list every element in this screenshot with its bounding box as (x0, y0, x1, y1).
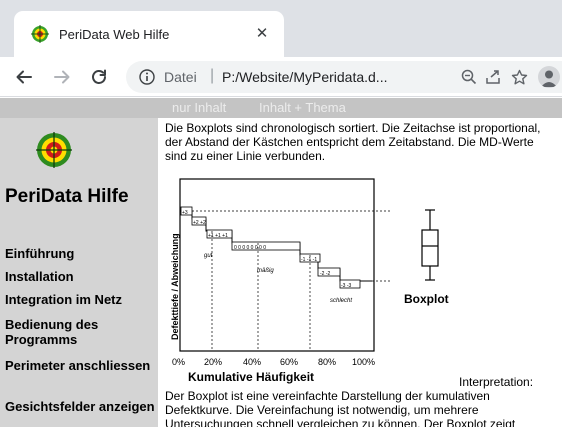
boxplot-glyph: Boxplot (404, 209, 449, 306)
interpretation-label: Interpretation: (459, 375, 534, 389)
step-label: +3 (182, 210, 188, 216)
info-icon[interactable] (139, 69, 155, 85)
sidebar-item-gesichtsfelder[interactable]: Gesichtsfelder anzeigen (5, 399, 155, 414)
close-icon[interactable]: ✕ (252, 24, 272, 44)
sidebar-item-perimeter[interactable]: Perimeter anschliessen (5, 358, 155, 373)
xtick-label: 60% (280, 357, 298, 367)
intro-paragraph: Die Boxplots sind chronologisch sortiert… (165, 121, 541, 163)
step-label: +2 +2 (193, 220, 206, 226)
annotation-maessig: mäßig (257, 268, 274, 274)
xtick-label: 100% (352, 357, 375, 367)
url-separator: | (210, 67, 215, 84)
url-text[interactable]: P:/Website/MyPeridata.d... (222, 69, 387, 85)
tab-title: PeriData Web Hilfe (59, 26, 170, 42)
share-icon[interactable] (482, 66, 504, 88)
browser-toolbar: Datei | P:/Website/MyPeridata.d... (0, 57, 562, 97)
peridata-favicon (31, 25, 49, 43)
sidebar-item-bedienung[interactable]: Bedienung des Programms (5, 317, 155, 347)
forward-arrow-icon[interactable] (48, 63, 76, 91)
boxplot-figure: +3 +2 +2 +1 +1 +1 0 0 0 0 0 0 0 0 -1 -1 … (172, 178, 390, 384)
step-label: +1 +1 +1 (208, 233, 228, 239)
xtick-label: 80% (318, 357, 336, 367)
help-topbar: nur Inhalt Inhalt + Thema (0, 98, 562, 118)
star-icon[interactable] (508, 66, 530, 88)
sidebar-item-integration[interactable]: Integration im Netz (5, 292, 155, 307)
body-paragraph: Der Boxplot ist eine vereinfachte Darste… (165, 389, 516, 427)
site-title: PeriData Hilfe (5, 186, 129, 207)
annotation-schlecht: schlecht (330, 298, 352, 304)
step-label: -1 -1 -1 (301, 257, 317, 263)
link-content-only[interactable]: nur Inhalt (172, 100, 226, 115)
sidebar-item-einfuehrung[interactable]: Einführung (5, 246, 155, 261)
xtick-label: 20% (204, 357, 222, 367)
figure-ylabel: Defekttiefe / Abweichung (170, 233, 180, 340)
tab-strip: PeriData Web Hilfe ✕ (0, 0, 562, 57)
xtick-label: 40% (243, 357, 261, 367)
peridata-target-logo (36, 132, 72, 168)
link-content-topic[interactable]: Inhalt + Thema (259, 100, 346, 115)
sidebar-item-installation[interactable]: Installation (5, 269, 155, 284)
figure-frame (179, 178, 375, 352)
back-arrow-icon[interactable] (10, 63, 38, 91)
boxplot-label: Boxplot (404, 292, 449, 306)
browser-tab[interactable]: PeriData Web Hilfe ✕ (14, 11, 284, 57)
reload-icon[interactable] (85, 63, 113, 91)
step-label: 0 0 0 0 0 0 0 0 (234, 245, 266, 251)
figure-xlabel: Kumulative Häufigkeit (188, 370, 314, 384)
step-label: -3 -3 (341, 283, 352, 289)
address-bar[interactable]: Datei | P:/Website/MyPeridata.d... (126, 61, 562, 93)
figure-ylabel-wrap: Defekttiefe / Abweichung (170, 233, 180, 340)
zoom-icon[interactable] (458, 66, 480, 88)
profile-avatar-icon[interactable] (538, 66, 560, 88)
step-label: -2 -2 (320, 271, 331, 277)
url-scheme: Datei (164, 69, 197, 85)
annotation-gut: gut (204, 253, 213, 259)
help-sidebar: PeriData Hilfe Einführung Installation I… (0, 118, 158, 427)
xtick-label: 0% (172, 357, 185, 367)
